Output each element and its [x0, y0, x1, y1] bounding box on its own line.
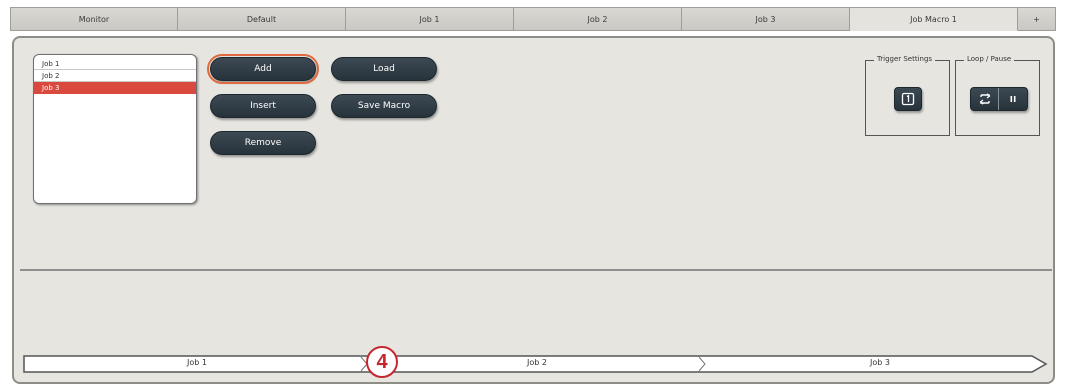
pause-icon	[1010, 96, 1016, 102]
tab-job-3[interactable]: Job 3	[682, 7, 850, 31]
insert-button[interactable]: Insert	[210, 94, 316, 118]
tab-default[interactable]: Default	[178, 7, 346, 31]
timeline-segment-job-2[interactable]: Job 2	[527, 358, 547, 367]
pause-button[interactable]	[999, 88, 1027, 110]
timeline-segment-job-1[interactable]: Job 1	[187, 358, 207, 367]
tab-job-1[interactable]: Job 1	[346, 7, 514, 31]
job-macro-panel: Job 1 Job 2 Job 3 Add Load Insert Save M…	[12, 36, 1055, 384]
panel-divider	[20, 269, 1052, 271]
callout-badge: 4	[366, 346, 398, 378]
tab-monitor[interactable]: Monitor	[10, 7, 178, 31]
tab-job-macro-1[interactable]: Job Macro 1	[850, 7, 1018, 31]
list-item-job-1[interactable]: Job 1	[34, 58, 196, 70]
trigger-settings-title: Trigger Settings	[874, 55, 936, 63]
list-item-job-2[interactable]: Job 2	[34, 70, 196, 82]
loop-pause-control	[970, 87, 1028, 111]
trigger-settings-button[interactable]	[894, 87, 922, 111]
timeline-segment-job-3[interactable]: Job 3	[870, 358, 890, 367]
load-button[interactable]: Load	[331, 57, 437, 81]
loop-button[interactable]	[971, 88, 999, 110]
list-item-job-3[interactable]: Job 3	[34, 82, 196, 94]
tab-job-2[interactable]: Job 2	[514, 7, 682, 31]
save-macro-button[interactable]: Save Macro	[331, 94, 437, 118]
macro-timeline[interactable]: Job 1 Job 2 Job 3	[22, 353, 1052, 375]
trigger-icon	[901, 92, 915, 106]
loop-icon	[979, 93, 990, 105]
add-tab-button[interactable]: +	[1018, 7, 1056, 31]
add-button[interactable]: Add	[207, 54, 319, 84]
tab-bar: Monitor Default Job 1 Job 2 Job 3 Job Ma…	[10, 7, 1056, 31]
trigger-settings-group: Trigger Settings	[865, 55, 950, 136]
loop-pause-title: Loop / Pause	[964, 55, 1015, 63]
loop-pause-group: Loop / Pause	[955, 55, 1040, 136]
remove-button[interactable]: Remove	[210, 131, 316, 155]
job-list[interactable]: Job 1 Job 2 Job 3	[33, 54, 197, 204]
